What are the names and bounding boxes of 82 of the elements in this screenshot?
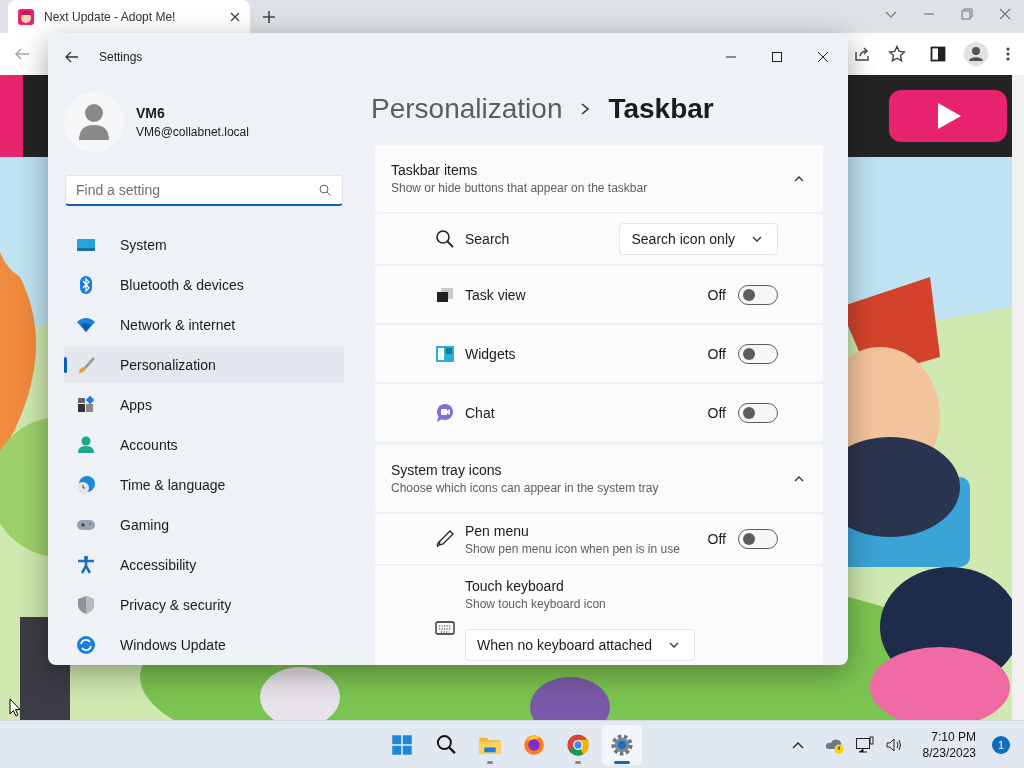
close-icon[interactable]: [815, 51, 831, 63]
section-subtitle: Show or hide buttons that appear on the taskbar: [391, 181, 648, 195]
widgets-icon: [435, 343, 455, 364]
chevron-right-icon: [580, 102, 591, 116]
setting-description: Show pen menu icon when pen is in use: [465, 541, 681, 556]
clock-date[interactable]: 8/23/2023: [922, 745, 976, 760]
toggle-state: Off: [707, 404, 726, 421]
nav-item[interactable]: Personalization: [64, 347, 344, 383]
chat-icon: [435, 402, 455, 423]
window-title: Settings: [99, 50, 143, 64]
game-favicon-icon: [18, 8, 34, 25]
toggle-switch[interactable]: [738, 402, 778, 423]
browser-tab[interactable]: Next Update - Adopt Me!: [8, 0, 250, 33]
section-title: System tray icons: [391, 462, 503, 478]
accessibility-icon: [76, 555, 96, 575]
nav-item[interactable]: Privacy & security: [64, 587, 344, 623]
running-indicator: [487, 760, 493, 764]
keyboard-icon: [435, 618, 455, 638]
person-icon: [76, 435, 96, 455]
clock-time[interactable]: 7:10 PM: [931, 729, 976, 744]
side-panel-icon[interactable]: [930, 46, 946, 62]
nav-item[interactable]: Time & language: [64, 467, 344, 503]
breadcrumb-link[interactable]: Personalization: [371, 93, 563, 125]
setting-label: Chat: [465, 404, 496, 421]
setting-label: Pen menu: [465, 522, 530, 539]
toggle-state: Off: [707, 531, 726, 547]
network-icon[interactable]: [854, 735, 875, 754]
refresh-icon: [76, 635, 96, 655]
new-tab-icon[interactable]: [262, 9, 276, 24]
mouse-pointer-icon: [9, 698, 21, 717]
selection-indicator: [64, 357, 67, 373]
toggle-switch[interactable]: [738, 529, 778, 549]
section-subtitle: Choose which icons can appear in the system tray: [391, 481, 659, 495]
profile-icon[interactable]: [964, 42, 988, 66]
account-name: VM6: [136, 105, 166, 121]
tab-title: Next Update - Adopt Me!: [44, 9, 177, 24]
section-header[interactable]: System tray icons Choose which icons can appear in the system tray: [375, 445, 823, 512]
section-header[interactable]: Taskbar items Show or hide buttons that appear on the taskbar: [375, 145, 823, 212]
close-icon[interactable]: [230, 11, 240, 22]
setting-label: Search: [465, 231, 511, 247]
globe-clock-icon: [76, 475, 96, 495]
maximize-icon[interactable]: [769, 51, 785, 63]
paintbrush-icon: [76, 355, 96, 375]
dropdown[interactable]: When no keyboard attached: [465, 629, 696, 661]
setting-label: Task view: [465, 286, 527, 303]
dropdown[interactable]: Search icon only: [619, 223, 778, 255]
shield-icon: [76, 595, 96, 615]
nav-item[interactable]: Windows Update: [64, 627, 344, 663]
search-icon: [435, 229, 455, 249]
setting-label: Touch keyboard: [465, 578, 565, 594]
nav-item[interactable]: Accounts: [64, 427, 344, 463]
toggle-switch[interactable]: [738, 284, 778, 305]
setting-label: Widgets: [465, 345, 517, 362]
running-indicator: [614, 760, 630, 764]
nav-item[interactable]: System: [64, 227, 344, 263]
person-silhouette-icon: [79, 104, 109, 140]
nav-item[interactable]: Bluetooth & devices: [64, 267, 344, 303]
nav-item[interactable]: Network & internet: [64, 307, 344, 343]
nav-item[interactable]: Apps: [64, 387, 344, 423]
nav-item[interactable]: Accessibility: [64, 547, 344, 583]
search-icon: [319, 184, 331, 196]
pen-icon: [435, 529, 455, 549]
toggle-state: Off: [707, 345, 726, 362]
toggle-state: Off: [707, 286, 726, 303]
section-title: Taskbar items: [391, 162, 479, 178]
nav-item[interactable]: Gaming: [64, 507, 344, 543]
search-field[interactable]: Find a setting: [65, 175, 343, 206]
star-icon[interactable]: [888, 45, 906, 63]
running-indicator: [575, 760, 581, 764]
setting-description: Show touch keyboard icon: [465, 597, 606, 611]
notification-badge[interactable]: 1: [992, 735, 1010, 754]
share-icon[interactable]: [854, 46, 870, 62]
menu-icon[interactable]: [1006, 46, 1010, 62]
toggle-switch[interactable]: [738, 343, 778, 364]
chrome-icon: [565, 731, 591, 758]
page-title: Taskbar: [608, 93, 714, 125]
scrollbar[interactable]: [1012, 75, 1024, 720]
play-button[interactable]: [889, 90, 1007, 142]
speaker-icon[interactable]: [884, 736, 903, 753]
apps-icon: [76, 395, 96, 415]
account-email: VM6@collabnet.local: [136, 125, 249, 139]
back-arrow-icon[interactable]: [65, 51, 79, 63]
